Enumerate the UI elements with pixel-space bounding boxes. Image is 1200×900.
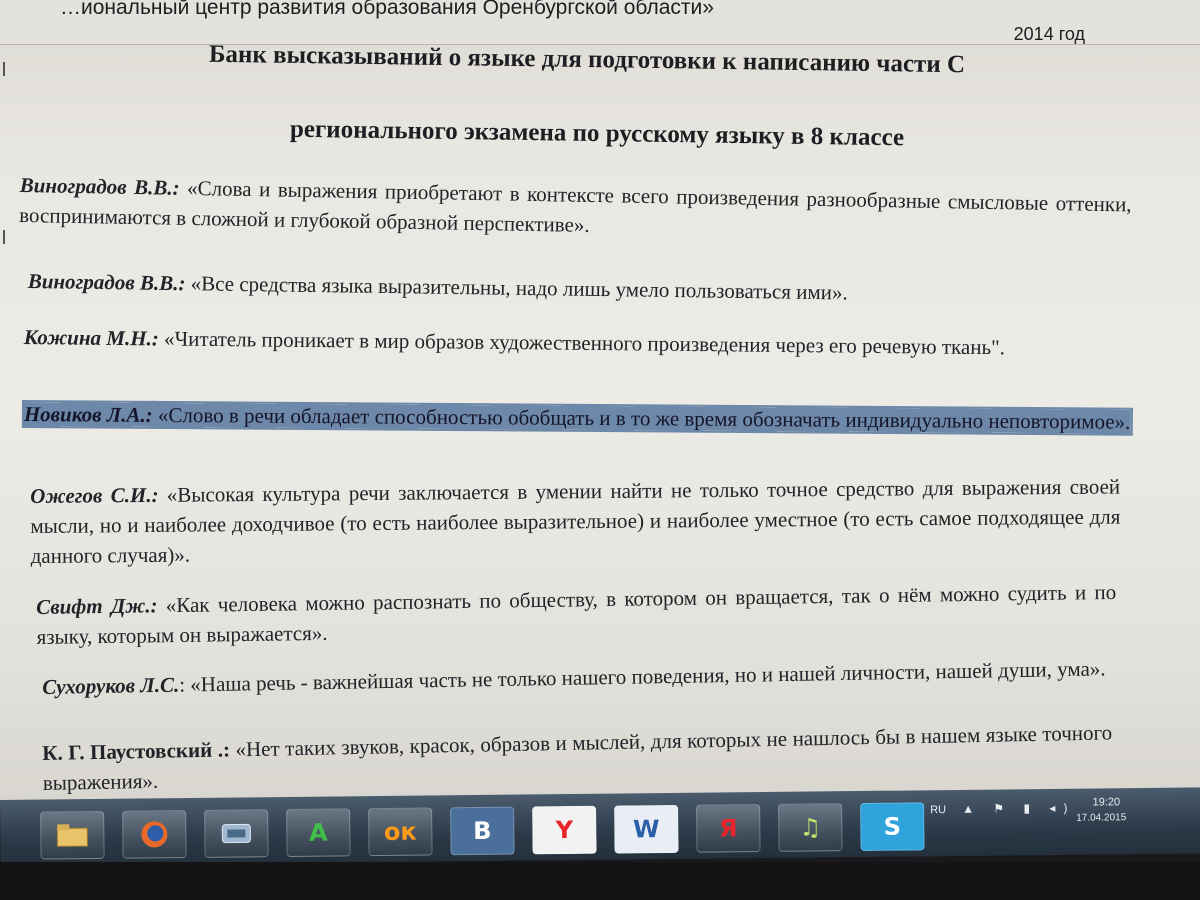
- word-icon[interactable]: W: [614, 804, 679, 854]
- quote-paragraph[interactable]: Кожина М.Н.: «Читатель проникает в мир о…: [24, 322, 1136, 364]
- taskbar: A ок В Y W Я ♫ S RU ▲ ⚑ ▮ ◂) 19:20 17.04…: [0, 787, 1200, 866]
- music-icon[interactable]: ♫: [778, 803, 843, 852]
- quote-author: Виноградов В.В.:: [27, 268, 186, 296]
- system-tray: RU ▲ ⚑ ▮ ◂) 19:20 17.04.2015: [880, 796, 1180, 839]
- file-explorer-icon[interactable]: [40, 810, 105, 860]
- quote-author: Новиков Л.А.:: [23, 401, 153, 427]
- quote-text: «Читатель проникает в мир образов художе…: [158, 326, 1006, 360]
- quote-text: «Слова и выражения приобретают в контекс…: [19, 175, 1132, 237]
- quote-paragraph-selected[interactable]: Новиков Л.А.: «Слово в речи обладает спо…: [23, 399, 1136, 437]
- clock-time[interactable]: 19:20: [1092, 796, 1120, 808]
- quote-text-selected: «Слово в речи обладает способностью обоб…: [152, 402, 1131, 434]
- quote-paragraph[interactable]: Виноградов В.В.: «Все средства языка выр…: [28, 266, 1140, 312]
- network-app-icon[interactable]: [204, 809, 269, 858]
- quote-author: Виноградов В.В.:: [19, 172, 180, 200]
- quote-text: : «Наша речь - важнейшая часть не только…: [179, 656, 1106, 697]
- quote-paragraph[interactable]: К. Г. Паустовский .: «Нет таких звуков, …: [42, 717, 1113, 798]
- quote-author: Ожегов С.И.:: [30, 482, 159, 508]
- quote-text: «Высокая культура речи заключается в уме…: [30, 474, 1121, 568]
- clock-date[interactable]: 17.04.2015: [1076, 812, 1126, 824]
- yandex-browser-icon[interactable]: Y: [532, 805, 597, 855]
- a-app-icon[interactable]: A: [286, 808, 351, 858]
- document-header: …иональный центр развития образования Ор…: [0, 0, 1200, 45]
- quote-author: Сухоруков Л.С.: [42, 672, 180, 699]
- firefox-icon[interactable]: [122, 810, 187, 859]
- margin-marker: [3, 230, 11, 244]
- quote-paragraph[interactable]: Свифт Дж.: «Как человека можно распознат…: [36, 577, 1117, 652]
- odnoklassniki-icon[interactable]: ок: [368, 807, 433, 857]
- quote-author: Кожина М.Н.:: [23, 324, 159, 351]
- yandex-icon[interactable]: Я: [696, 804, 761, 853]
- monitor-bezel: [0, 862, 1200, 900]
- quote-text: «Как человека можно распознать по общест…: [36, 579, 1117, 649]
- tray-icons[interactable]: ▲ ⚑ ▮ ◂): [962, 801, 1075, 816]
- quote-author: Свифт Дж.:: [36, 593, 158, 619]
- quote-text: «Все средства языка выразительны, надо л…: [185, 271, 848, 305]
- language-indicator[interactable]: RU: [930, 804, 946, 816]
- quote-author: К. Г. Паустовский .:: [42, 737, 231, 765]
- vkontakte-icon[interactable]: В: [450, 806, 515, 856]
- document-title-line2: регионального экзамена по русскому языку…: [289, 115, 905, 152]
- quote-paragraph[interactable]: Сухоруков Л.С.: «Наша речь - важнейшая ч…: [42, 653, 1112, 702]
- quote-paragraph[interactable]: Виноградов В.В.: «Слова и выражения прио…: [19, 170, 1132, 249]
- document-window: …иональный центр развития образования Ор…: [0, 0, 1200, 800]
- quote-paragraph[interactable]: Ожегов С.И.: «Высокая культура речи закл…: [30, 471, 1121, 571]
- header-year: 2014 год: [1013, 24, 1085, 44]
- header-organization: …иональный центр развития образования Ор…: [60, 0, 714, 19]
